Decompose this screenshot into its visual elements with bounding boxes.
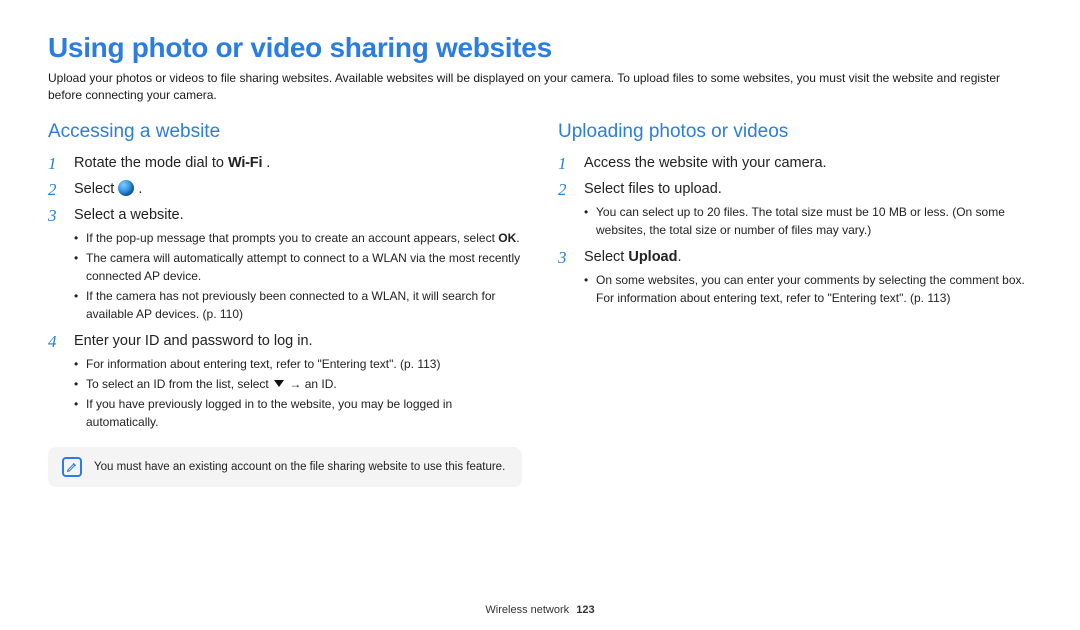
footer-page: 123 bbox=[576, 604, 594, 616]
step4-text: Enter your ID and password to log in. bbox=[74, 331, 313, 353]
bullet: If the pop-up message that prompts you t… bbox=[74, 229, 522, 247]
page-title: Using photo or video sharing websites bbox=[48, 32, 1032, 64]
footer-label: Wireless network bbox=[485, 604, 569, 616]
bullet: On some websites, you can enter your com… bbox=[584, 271, 1032, 307]
rstep1-text: Access the website with your camera. bbox=[584, 153, 827, 175]
step3-bullets: If the pop-up message that prompts you t… bbox=[74, 229, 522, 323]
globe-icon bbox=[118, 180, 134, 196]
col-accessing: Accessing a website 1 Rotate the mode di… bbox=[48, 121, 522, 487]
step1-text-a: Rotate the mode dial to bbox=[74, 155, 228, 171]
intro-text: Upload your photos or videos to file sha… bbox=[48, 70, 1032, 105]
step2-text-b: . bbox=[134, 181, 142, 197]
upload-label: Upload bbox=[628, 249, 677, 265]
col-uploading: Uploading photos or videos 1 Access the … bbox=[558, 121, 1032, 487]
bullet: If the camera has not previously been co… bbox=[74, 287, 522, 323]
bullet: To select an ID from the list, select → … bbox=[74, 375, 522, 393]
wifi-label: Wi-Fi bbox=[228, 155, 262, 171]
step-2: 2 Select . bbox=[48, 179, 522, 201]
note-text: You must have an existing account on the… bbox=[94, 461, 505, 473]
step-number: 2 bbox=[558, 179, 574, 201]
rstep2-text: Select files to upload. bbox=[584, 179, 722, 201]
step-1: 1 Rotate the mode dial to Wi-Fi . bbox=[48, 153, 522, 175]
rstep-2: 2 Select files to upload. bbox=[558, 179, 1032, 201]
step-number: 4 bbox=[48, 331, 64, 353]
rstep3-bullets: On some websites, you can enter your com… bbox=[584, 271, 1032, 307]
down-triangle-icon bbox=[274, 380, 284, 387]
heading-uploading: Uploading photos or videos bbox=[558, 121, 1032, 143]
step-number: 3 bbox=[558, 247, 574, 269]
step1-text-b: . bbox=[262, 155, 270, 171]
rstep3-text-b: . bbox=[677, 249, 681, 265]
rstep2-bullets: You can select up to 20 files. The total… bbox=[584, 203, 1032, 239]
bullet: If you have previously logged in to the … bbox=[74, 395, 522, 431]
step-number: 2 bbox=[48, 179, 64, 201]
step-3: 3 Select a website. bbox=[48, 205, 522, 227]
step3-text: Select a website. bbox=[74, 205, 184, 227]
note-icon bbox=[62, 457, 82, 477]
footer: Wireless network 123 bbox=[0, 604, 1080, 616]
note-box: You must have an existing account on the… bbox=[48, 447, 522, 487]
bullet: For information about entering text, ref… bbox=[74, 355, 522, 373]
heading-accessing: Accessing a website bbox=[48, 121, 522, 143]
step-number: 1 bbox=[558, 153, 574, 175]
pencil-icon bbox=[66, 461, 78, 473]
rstep3-text-a: Select bbox=[584, 249, 628, 265]
rstep-1: 1 Access the website with your camera. bbox=[558, 153, 1032, 175]
step-number: 1 bbox=[48, 153, 64, 175]
step4-bullets: For information about entering text, ref… bbox=[74, 355, 522, 431]
rstep-3: 3 Select Upload. bbox=[558, 247, 1032, 269]
bullet: You can select up to 20 files. The total… bbox=[584, 203, 1032, 239]
bullet: The camera will automatically attempt to… bbox=[74, 249, 522, 285]
step-number: 3 bbox=[48, 205, 64, 227]
step2-text: Select bbox=[74, 181, 118, 197]
step-4: 4 Enter your ID and password to log in. bbox=[48, 331, 522, 353]
